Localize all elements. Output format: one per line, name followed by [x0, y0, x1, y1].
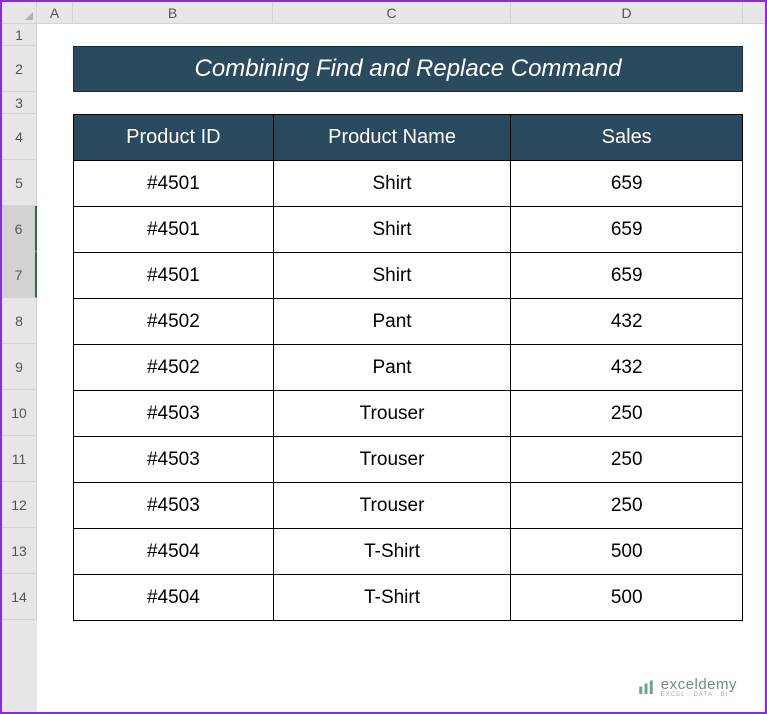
column-header-A[interactable]: A [37, 2, 73, 23]
cell-product-name[interactable]: Shirt [273, 253, 511, 299]
row-header-5[interactable]: 5 [2, 160, 37, 206]
table-body: #4501Shirt659 #4501Shirt659 #4501Shirt65… [74, 161, 743, 621]
table-row: #4503Trouser250 [74, 483, 743, 529]
cell-product-name[interactable]: Pant [273, 299, 511, 345]
cell-sales[interactable]: 250 [511, 483, 743, 529]
cell-sales[interactable]: 500 [511, 575, 743, 621]
cell-sales[interactable]: 659 [511, 253, 743, 299]
row-header-6[interactable]: 6 [2, 206, 37, 252]
row-header-13[interactable]: 13 [2, 528, 37, 574]
grid-area[interactable]: Combining Find and Replace Command Produ… [37, 24, 765, 712]
data-table: Product ID Product Name Sales #4501Shirt… [73, 114, 743, 621]
table-row: #4504T-Shirt500 [74, 575, 743, 621]
row-header-12[interactable]: 12 [2, 482, 37, 528]
cell-sales[interactable]: 432 [511, 345, 743, 391]
cell-product-id[interactable]: #4501 [74, 207, 274, 253]
header-sales[interactable]: Sales [511, 115, 743, 161]
table-header-row: Product ID Product Name Sales [74, 115, 743, 161]
cell-sales[interactable]: 659 [511, 161, 743, 207]
cell-sales[interactable]: 432 [511, 299, 743, 345]
column-headers-row: A B C D [2, 2, 765, 24]
cell-product-id[interactable]: #4503 [74, 437, 274, 483]
cell-product-name[interactable]: Shirt [273, 207, 511, 253]
watermark-text: exceldemy EXCEL · DATA · BI [661, 677, 737, 698]
row-header-2[interactable]: 2 [2, 46, 37, 92]
cell-product-id[interactable]: #4501 [74, 161, 274, 207]
spreadsheet: A B C D 1 2 3 4 5 6 7 8 9 10 11 12 13 14… [2, 2, 765, 712]
table-row: #4502Pant432 [74, 345, 743, 391]
cell-product-name[interactable]: T-Shirt [273, 575, 511, 621]
watermark-tagline: EXCEL · DATA · BI [661, 692, 737, 698]
cell-product-id[interactable]: #4504 [74, 575, 274, 621]
header-product-name[interactable]: Product Name [273, 115, 511, 161]
table-row: #4501Shirt659 [74, 207, 743, 253]
table-row: #4503Trouser250 [74, 437, 743, 483]
row-header-8[interactable]: 8 [2, 298, 37, 344]
watermark-brand: exceldemy [661, 677, 737, 692]
cell-product-name[interactable]: Trouser [273, 483, 511, 529]
row-header-3[interactable]: 3 [2, 92, 37, 114]
cell-product-name[interactable]: Trouser [273, 437, 511, 483]
table-row: #4503Trouser250 [74, 391, 743, 437]
watermark: exceldemy EXCEL · DATA · BI [637, 677, 737, 698]
column-header-D[interactable]: D [511, 2, 743, 23]
row-header-14[interactable]: 14 [2, 574, 37, 620]
column-header-B[interactable]: B [73, 2, 273, 23]
row-headers-col: 1 2 3 4 5 6 7 8 9 10 11 12 13 14 [2, 24, 37, 712]
cell-product-id[interactable]: #4502 [74, 299, 274, 345]
cell-sales[interactable]: 500 [511, 529, 743, 575]
cell-product-id[interactable]: #4501 [74, 253, 274, 299]
select-all-corner[interactable] [2, 2, 37, 24]
cell-product-name[interactable]: Trouser [273, 391, 511, 437]
body-area: 1 2 3 4 5 6 7 8 9 10 11 12 13 14 Combini… [2, 24, 765, 712]
cell-product-id[interactable]: #4503 [74, 483, 274, 529]
row-header-10[interactable]: 10 [2, 390, 37, 436]
row-header-1[interactable]: 1 [2, 24, 37, 46]
cell-product-name[interactable]: Pant [273, 345, 511, 391]
cell-product-name[interactable]: Shirt [273, 161, 511, 207]
brand-logo-icon [637, 679, 655, 697]
header-product-id[interactable]: Product ID [74, 115, 274, 161]
table-row: #4501Shirt659 [74, 253, 743, 299]
cell-sales[interactable]: 250 [511, 391, 743, 437]
row-header-4[interactable]: 4 [2, 114, 37, 160]
cell-sales[interactable]: 659 [511, 207, 743, 253]
cell-sales[interactable]: 250 [511, 437, 743, 483]
cell-product-id[interactable]: #4503 [74, 391, 274, 437]
row-header-11[interactable]: 11 [2, 436, 37, 482]
cell-product-id[interactable]: #4502 [74, 345, 274, 391]
cell-product-id[interactable]: #4504 [74, 529, 274, 575]
column-header-C[interactable]: C [273, 2, 511, 23]
row-header-7[interactable]: 7 [2, 252, 37, 298]
table-row: #4502Pant432 [74, 299, 743, 345]
table-row: #4501Shirt659 [74, 161, 743, 207]
row-header-9[interactable]: 9 [2, 344, 37, 390]
cell-product-name[interactable]: T-Shirt [273, 529, 511, 575]
table-row: #4504T-Shirt500 [74, 529, 743, 575]
title-banner[interactable]: Combining Find and Replace Command [73, 46, 743, 92]
